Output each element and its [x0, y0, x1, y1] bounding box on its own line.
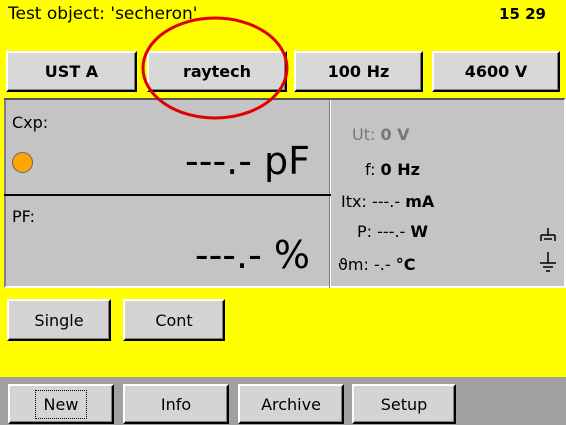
itx-readout: Itx: ---.- mA [341, 192, 434, 211]
p-readout: P: ---.- W [357, 222, 428, 241]
ut-label: Ut: [352, 125, 376, 144]
temperature-readout: ϑm: -.- °C [338, 255, 415, 274]
p-unit: W [410, 222, 429, 241]
ut-value: 0 V [380, 125, 410, 144]
mode-button[interactable]: UST A [6, 51, 137, 92]
f-readout: f: 0 Hz [365, 160, 420, 179]
temperature-label: ϑm: -.- [338, 255, 391, 274]
archive-button[interactable]: Archive [238, 384, 344, 424]
setup-button[interactable]: Setup [352, 384, 456, 424]
ut-readout: Ut: 0 V [352, 125, 410, 144]
new-button-label: New [34, 389, 88, 419]
itx-unit: mA [405, 192, 435, 211]
cxp-label: Cxp: [12, 113, 49, 132]
f-label: f: [365, 160, 376, 179]
voltage-button[interactable]: 4600 V [432, 51, 560, 92]
annotation-circle [141, 16, 289, 120]
new-button[interactable]: New [8, 384, 114, 424]
pf-value: ---.- % [194, 233, 310, 277]
f-value: 0 Hz [380, 160, 420, 179]
temperature-unit: °C [395, 255, 416, 274]
cont-button[interactable]: Cont [123, 299, 225, 341]
status-indicator-icon [12, 152, 33, 173]
ground-icon [540, 252, 556, 272]
frequency-button[interactable]: 100 Hz [294, 51, 423, 92]
info-button[interactable]: Info [123, 384, 229, 424]
pf-label: PF: [12, 207, 35, 226]
itx-label: Itx: ---.- [341, 192, 401, 211]
cxp-value: ---.- pF [185, 139, 310, 183]
clock: 15 29 [499, 5, 546, 23]
shield-ground-icon [540, 228, 556, 241]
p-label: P: ---.- [357, 222, 406, 241]
single-button[interactable]: Single [7, 299, 111, 341]
